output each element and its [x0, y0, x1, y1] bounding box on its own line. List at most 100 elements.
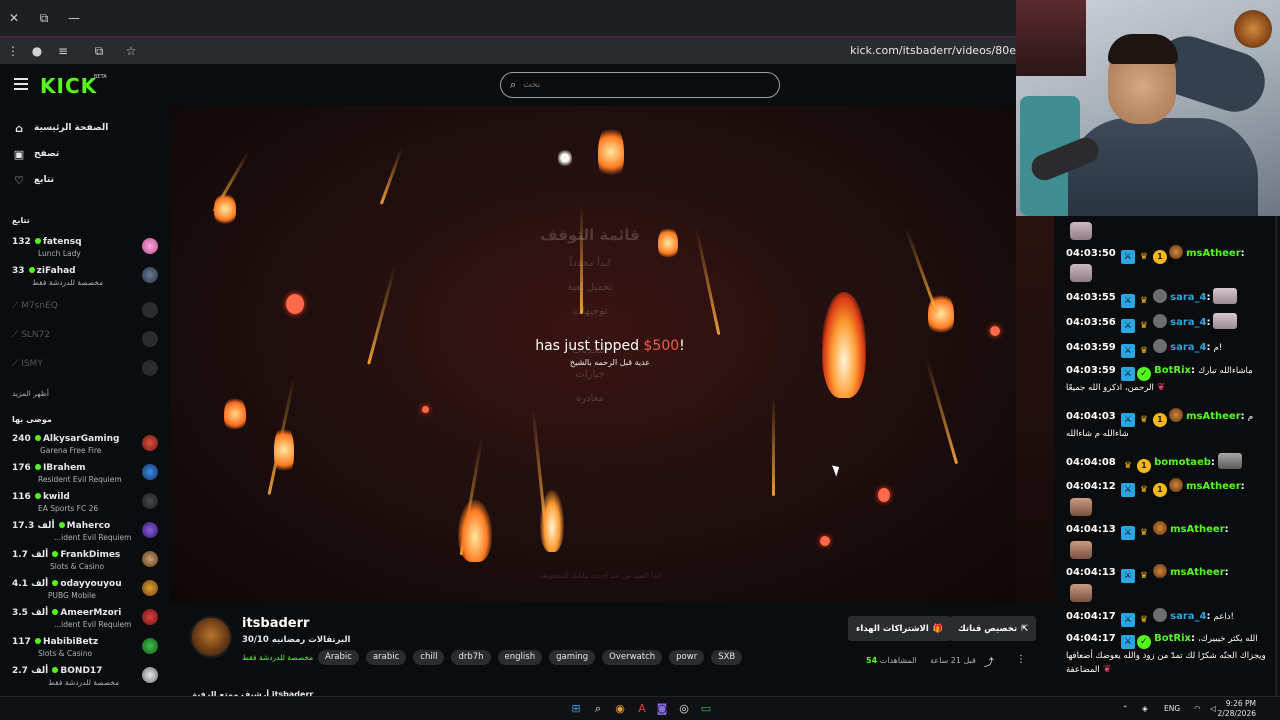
search-input[interactable] [523, 77, 763, 93]
system-clock[interactable]: 9:26 PM 2/28/2026 [1218, 699, 1256, 719]
chrome-icon[interactable]: ◉ [612, 701, 628, 717]
channel-habibibetz[interactable]: 117 HabibiBetz Slots & Casino [12, 636, 162, 662]
sidebar-item-browse[interactable]: ▣ تصفح [12, 146, 59, 162]
video-player[interactable]: قائمة التوقف ابدأ مجدداً تحميل لعبة توجي… [170, 106, 1016, 602]
tag[interactable]: powr [669, 650, 705, 665]
channel-category: Slots & Casino [38, 649, 93, 658]
fire-flame [274, 424, 294, 476]
channel-ismy[interactable]: ⟋ ISMY [12, 358, 162, 384]
channel-odayyouyou[interactable]: 4.1 ألف odayyouyou PUBG Mobile [12, 578, 162, 604]
search-icon[interactable]: ⌕ [590, 701, 606, 717]
avatar [142, 267, 158, 283]
moderator-badge-icon: ⚔ [1120, 294, 1135, 308]
wifi-icon[interactable]: ◠ [1194, 704, 1201, 713]
pause-menu-overlay: قائمة التوقف ابدأ مجدداً تحميل لعبة توجي… [470, 226, 710, 417]
playlist-icon[interactable]: ≡ [54, 42, 72, 60]
channel-zifahad[interactable]: 33 ziFahad مخصصة للدردشة فقط [12, 265, 162, 291]
channel-frankdimes[interactable]: 1.7 ألف FrankDimes Slots & Casino [12, 549, 162, 575]
tag[interactable]: Arabic [318, 650, 359, 665]
more-options-icon[interactable]: ⋮ [1016, 654, 1026, 665]
tag[interactable]: arabic [365, 650, 407, 665]
language-indicator[interactable]: ENG [1164, 704, 1180, 713]
live-dot [34, 238, 41, 244]
channel-ibrahem[interactable]: 176 IBrahem Resident Evil Requiem [12, 462, 162, 488]
minimize-icon[interactable]: — [66, 10, 82, 26]
tag-list: Arabic arabic chill drb7h english gaming… [318, 650, 743, 665]
ember [286, 294, 304, 314]
pause-menu-item: ابدأ مجدداً [569, 258, 611, 269]
chat-username[interactable]: BotRix [1154, 365, 1191, 376]
chat-username[interactable]: sara_4 [1170, 342, 1206, 353]
show-more-link[interactable]: أظهر المزيد [12, 389, 49, 398]
chat-username[interactable]: msAtheer [1170, 524, 1225, 535]
extension-icon[interactable]: ● [28, 42, 46, 60]
tag[interactable]: drb7h [451, 650, 491, 665]
browser-titlebar: ✕ ⧉ — [0, 0, 1016, 36]
streamer-avatar[interactable] [190, 616, 232, 658]
streamer-name[interactable]: itsbaderr [242, 616, 309, 631]
address-bar[interactable]: kick.com/itsbaderr/videos/80e [850, 44, 1016, 57]
chat-username[interactable]: sara_4 [1170, 611, 1206, 622]
volume-icon[interactable]: ◁ [1210, 704, 1216, 713]
chat-emote [1070, 541, 1092, 559]
chat-emote [1070, 584, 1092, 602]
menu-dots-icon[interactable]: ⋮ [4, 42, 22, 60]
tag[interactable]: chill [413, 650, 445, 665]
kick-logo[interactable]: KICK [40, 74, 97, 98]
chat-message: 04:04:12 ⚔ ♛ 1 msAtheer: [1066, 478, 1274, 497]
tray-chevron-icon[interactable]: ⌃ [1122, 704, 1128, 713]
chat-username[interactable]: msAtheer [1186, 481, 1241, 492]
chat-username[interactable]: msAtheer [1186, 411, 1241, 422]
channel-name: BOND17 [60, 666, 103, 676]
customize-channel-button[interactable]: تخصيص قناتك ⇱ [950, 616, 1037, 641]
channel-ameermzori[interactable]: 3.5 ألف AmeerMzori ...ident Evil Requiem [12, 607, 162, 633]
chat-username[interactable]: BotRix [1154, 633, 1191, 644]
channel-kwild[interactable]: 116 kwild EA Sports FC 26 [12, 491, 162, 517]
channel-bond17[interactable]: 2.7 ألف BOND17 مخصصة للدردشة فقط [12, 665, 162, 691]
terminal-icon[interactable]: ▭ [698, 701, 714, 717]
restore-icon[interactable]: ⧉ [36, 10, 52, 26]
crown-badge-icon: ♛ [1139, 615, 1148, 625]
lion-badge-icon [1168, 245, 1183, 259]
channel-category: Garena Free Fire [40, 446, 102, 455]
chat-username[interactable]: bomotaeb [1154, 457, 1211, 468]
windows-start-icon[interactable]: ⊞ [568, 701, 584, 717]
chat-message: 04:03:56 ⚔ ♛ sara_4: [1066, 313, 1274, 333]
share-icon[interactable]: ⤴ [984, 654, 994, 669]
chat-username[interactable]: sara_4 [1170, 317, 1206, 328]
chat-scrollbar[interactable] [1275, 216, 1278, 696]
channel-sln72[interactable]: ⟋ SLN72 [12, 329, 162, 355]
fire-streak [924, 357, 959, 465]
channel-fatensq[interactable]: 132 fatensq Lunch Lady [12, 236, 162, 262]
channel-m7sneq[interactable]: ⟋ M7snEQ [12, 300, 162, 326]
search-box[interactable]: ⌕ [500, 72, 780, 98]
channel-maherco[interactable]: 17.3 ألف Maherco ...ident Evil Requiem [12, 520, 162, 546]
moderator-badge-icon: ⚔ [1120, 635, 1135, 649]
sidebar-item-home[interactable]: ⌂ الصفحة الرئيسية [12, 120, 108, 136]
verified-badge-icon: ✓ [1136, 635, 1151, 649]
chat-username[interactable]: msAtheer [1186, 248, 1241, 259]
gift-subscriptions-button[interactable]: الاشتراكات الهداء 🎁 [848, 616, 952, 641]
live-dot [52, 667, 59, 673]
channel-alkysargaming[interactable]: 240 AlkysarGaming Garena Free Fire [12, 433, 162, 459]
sidebar-item-following[interactable]: ♡ تتابع [12, 172, 54, 188]
search-icon[interactable]: ⌕ [510, 78, 516, 92]
close-icon[interactable]: ✕ [6, 10, 22, 26]
chat-username[interactable]: msAtheer [1170, 567, 1225, 578]
fire-flame [598, 124, 624, 180]
hamburger-menu-icon[interactable] [14, 78, 28, 90]
tag[interactable]: Overwatch [602, 650, 663, 665]
network-icon[interactable]: ◈ [1142, 704, 1148, 713]
app-a-icon[interactable]: A [634, 701, 650, 717]
subscriber-badge-icon: 1 [1152, 413, 1167, 427]
puzzle-icon[interactable]: ⧉ [90, 42, 108, 60]
tag[interactable]: gaming [549, 650, 596, 665]
chat-username[interactable]: sara_4 [1170, 292, 1206, 303]
bookmark-star-icon[interactable]: ☆ [122, 42, 140, 60]
tag[interactable]: english [497, 650, 543, 665]
stream-category[interactable]: مخصصة للدردشة فقط [242, 653, 313, 662]
tag[interactable]: SXB [711, 650, 743, 665]
obs-icon[interactable]: ◎ [676, 701, 692, 717]
gray-badge-icon [1152, 289, 1167, 303]
discord-icon[interactable]: ◙ [654, 701, 670, 717]
